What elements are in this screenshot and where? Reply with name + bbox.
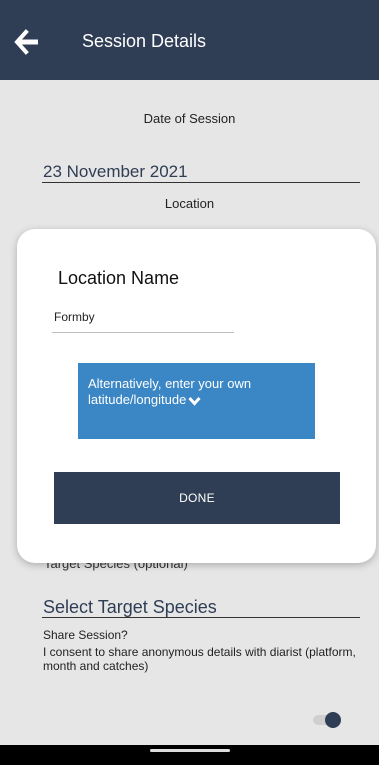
- share-title: Share Session?: [43, 628, 128, 642]
- back-arrow-icon[interactable]: [14, 29, 40, 55]
- alternative-coordinates-toggle[interactable]: Alternatively, enter your own latitude/l…: [78, 363, 315, 439]
- location-input-underline: [52, 332, 234, 333]
- date-underline: [42, 182, 360, 183]
- home-handle[interactable]: [150, 749, 230, 752]
- location-caption: Location: [164, 196, 215, 211]
- share-toggle[interactable]: [309, 712, 341, 728]
- location-name-input[interactable]: [54, 304, 234, 330]
- share-description: I consent to share anonymous details wit…: [43, 645, 356, 673]
- location-dialog: Location Name Alternatively, enter your …: [17, 229, 376, 563]
- done-button[interactable]: DONE: [54, 472, 340, 524]
- date-field[interactable]: 23 November 2021: [43, 162, 188, 182]
- alternative-coordinates-label: Alternatively, enter your own latitude/l…: [88, 376, 252, 407]
- toggle-knob: [325, 712, 341, 728]
- app-bar: Session Details: [0, 0, 379, 80]
- chevron-down-icon: [188, 396, 201, 406]
- page-title: Session Details: [82, 31, 207, 51]
- dialog-heading: Location Name: [58, 268, 180, 288]
- system-nav-bar: [0, 745, 379, 765]
- date-caption: Date of Session: [143, 111, 236, 126]
- target-species-select[interactable]: Select Target Species: [43, 597, 217, 618]
- target-species-underline: [42, 617, 360, 618]
